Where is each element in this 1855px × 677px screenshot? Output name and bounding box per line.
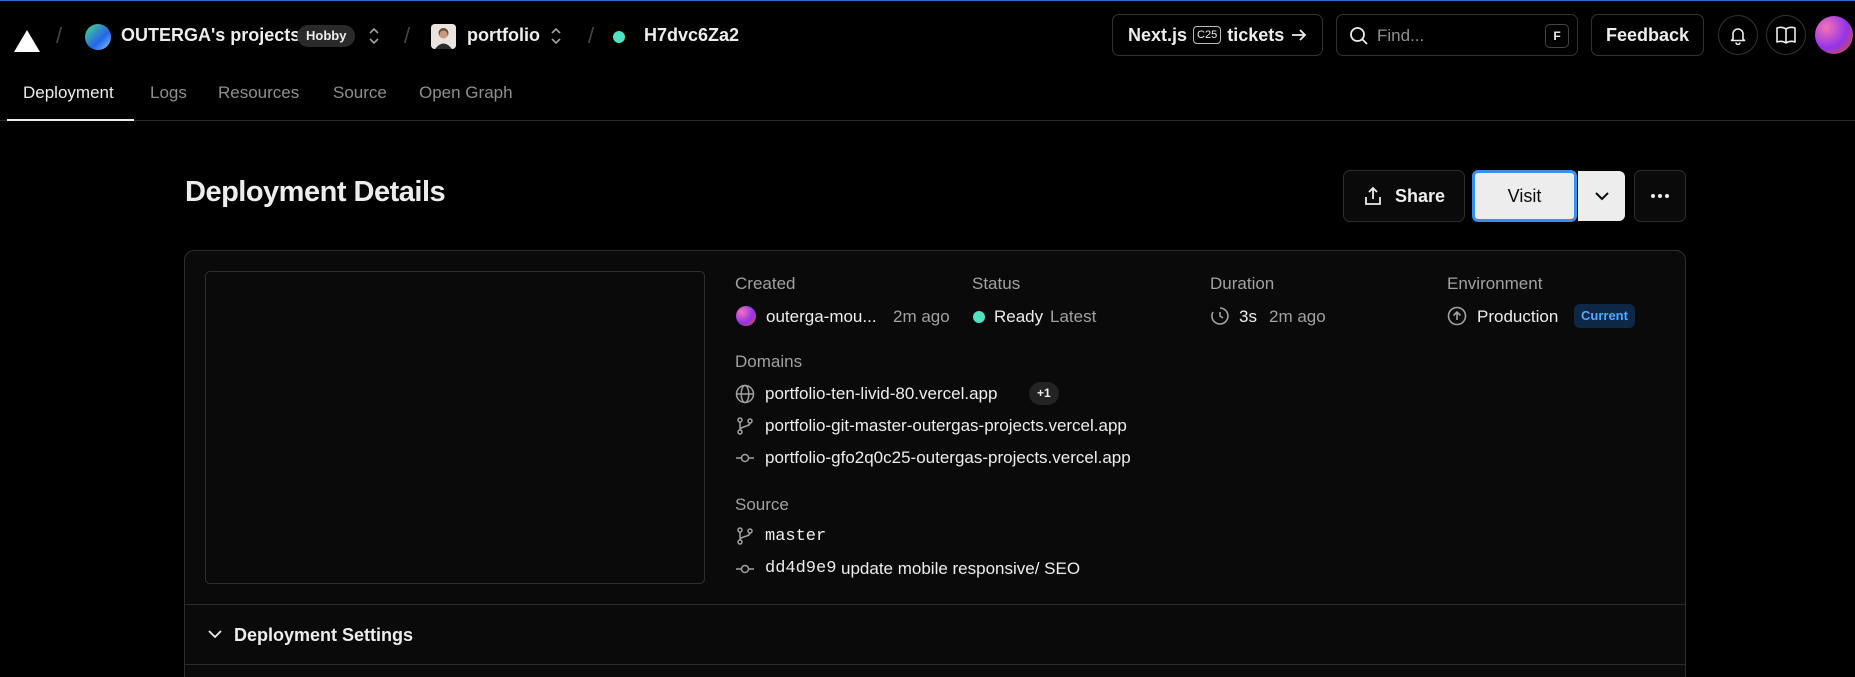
globe-icon xyxy=(735,384,755,404)
environment-value: Production xyxy=(1477,307,1559,326)
source-branch[interactable]: master xyxy=(765,527,826,546)
creator-avatar xyxy=(736,306,756,326)
tab-bar: Deployment Logs Resources Source Open Gr… xyxy=(0,71,1855,121)
tab-logs[interactable]: Logs xyxy=(150,83,187,103)
duration-label: Duration xyxy=(1210,274,1275,293)
domains-label: Domains xyxy=(735,352,803,371)
status-tag: Latest xyxy=(1050,307,1097,326)
domain-primary[interactable]: portfolio-ten-livid-80.vercel.app xyxy=(765,384,997,404)
notifications-button[interactable] xyxy=(1718,15,1758,55)
project-name[interactable]: portfolio xyxy=(467,25,540,46)
promo-suffix: tickets xyxy=(1227,24,1285,45)
top-bar: / OUTERGA's projects Hobby / portfolio /… xyxy=(0,1,1855,71)
plan-badge: Hobby xyxy=(297,25,356,47)
status-value: Ready xyxy=(994,307,1044,326)
visit-options-button[interactable] xyxy=(1578,171,1625,221)
breadcrumb-separator: / xyxy=(588,23,595,48)
share-label: Share xyxy=(1394,185,1446,206)
tab-resources[interactable]: Resources xyxy=(218,83,299,103)
share-button[interactable]: Share xyxy=(1343,170,1465,222)
search-box[interactable]: F xyxy=(1336,14,1578,56)
promo-badge: C25 xyxy=(1193,26,1222,44)
active-tab-indicator xyxy=(7,119,134,121)
domain-commit[interactable]: portfolio-gfo2q0c25-outergas-projects.ve… xyxy=(765,448,1131,468)
team-name[interactable]: OUTERGA's projects xyxy=(121,25,300,46)
chevron-down-icon[interactable] xyxy=(206,625,224,643)
created-user[interactable]: outerga-mou... xyxy=(766,307,877,327)
git-branch-icon xyxy=(737,527,753,545)
team-avatar[interactable] xyxy=(85,24,111,50)
tab-open-graph[interactable]: Open Graph xyxy=(419,83,513,103)
status-ready-dot xyxy=(973,311,985,323)
timer-icon xyxy=(1211,307,1229,325)
card-divider xyxy=(185,664,1685,665)
duration-time: 2m ago xyxy=(1269,307,1326,326)
environment-label: Environment xyxy=(1447,274,1543,293)
deployment-id[interactable]: H7dvc6Za2 xyxy=(644,25,739,46)
commit-hash[interactable]: dd4d9e9 xyxy=(765,559,836,578)
created-time: 2m ago xyxy=(893,307,950,326)
git-branch-icon xyxy=(737,417,753,435)
deployment-settings-toggle[interactable]: Deployment Settings xyxy=(234,625,413,646)
team-switcher-icon[interactable] xyxy=(367,25,381,47)
promo-prefix: Next.js xyxy=(1128,24,1188,45)
page-title: Deployment Details xyxy=(185,176,446,208)
domain-branch[interactable]: portfolio-git-master-outergas-projects.v… xyxy=(765,416,1127,436)
card-divider xyxy=(185,604,1685,605)
breadcrumb-separator: / xyxy=(404,23,411,48)
deployment-status-dot xyxy=(613,31,625,43)
book-icon xyxy=(1776,26,1796,44)
more-horizontal-icon xyxy=(1651,194,1669,198)
bell-icon xyxy=(1730,28,1746,45)
vercel-logo-icon[interactable] xyxy=(14,30,40,52)
search-input[interactable] xyxy=(1377,25,1527,47)
created-label: Created xyxy=(735,274,796,293)
nextjs-conf-button[interactable]: Next.js C25 tickets xyxy=(1112,14,1323,56)
tab-source[interactable]: Source xyxy=(333,83,387,103)
tab-deployment[interactable]: Deployment xyxy=(23,83,114,103)
domains-extra-badge[interactable]: +1 xyxy=(1029,382,1059,405)
search-icon xyxy=(1350,27,1368,45)
duration-value: 3s xyxy=(1239,307,1257,326)
status-label: Status xyxy=(972,274,1021,293)
project-avatar[interactable] xyxy=(431,24,456,49)
arrow-right-icon xyxy=(1292,29,1307,41)
chevron-down-icon xyxy=(1594,192,1609,201)
git-commit-icon xyxy=(736,453,754,463)
git-commit-icon xyxy=(736,564,754,574)
source-label: Source xyxy=(735,495,789,514)
user-avatar[interactable] xyxy=(1815,16,1853,54)
visit-button[interactable]: Visit xyxy=(1472,170,1577,222)
production-icon xyxy=(1447,306,1467,326)
project-switcher-icon[interactable] xyxy=(549,25,563,47)
docs-button[interactable] xyxy=(1766,15,1806,55)
search-shortcut: F xyxy=(1545,24,1569,48)
more-options-button[interactable] xyxy=(1634,170,1686,222)
breadcrumb-separator: / xyxy=(56,23,63,48)
share-icon xyxy=(1365,186,1381,205)
deployment-preview[interactable] xyxy=(205,271,705,584)
commit-message[interactable]: update mobile responsive/ SEO xyxy=(841,559,1080,579)
current-badge: Current xyxy=(1574,304,1635,328)
feedback-button[interactable]: Feedback xyxy=(1591,14,1704,56)
